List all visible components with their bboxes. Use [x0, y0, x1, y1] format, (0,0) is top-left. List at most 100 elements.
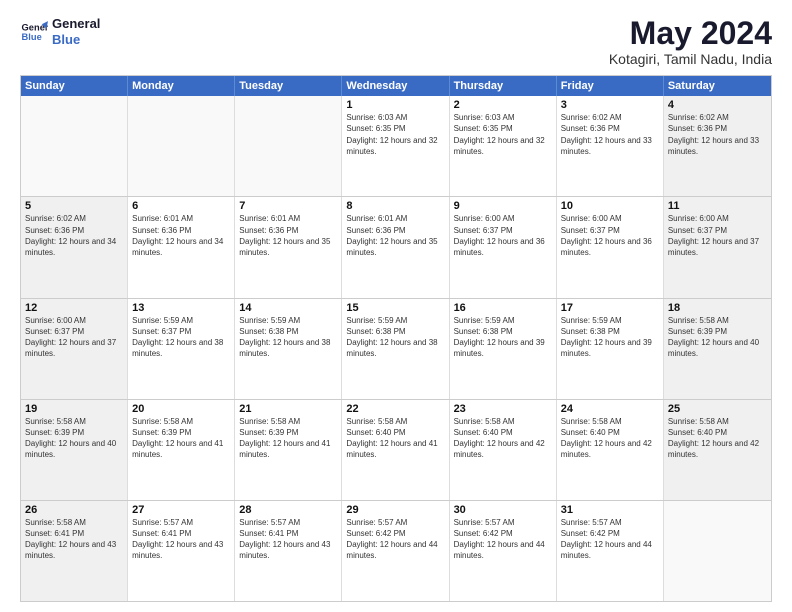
- empty-cell: [664, 501, 771, 601]
- day-info: Sunrise: 5:58 AM Sunset: 6:40 PM Dayligh…: [346, 416, 444, 461]
- day-number: 8: [346, 200, 444, 212]
- calendar-body: 1Sunrise: 6:03 AM Sunset: 6:35 PM Daylig…: [21, 96, 771, 601]
- day-number: 23: [454, 403, 552, 415]
- day-number: 12: [25, 302, 123, 314]
- day-cell-2: 2Sunrise: 6:03 AM Sunset: 6:35 PM Daylig…: [450, 96, 557, 196]
- day-info: Sunrise: 5:59 AM Sunset: 6:38 PM Dayligh…: [561, 315, 659, 360]
- day-cell-4: 4Sunrise: 6:02 AM Sunset: 6:36 PM Daylig…: [664, 96, 771, 196]
- day-cell-31: 31Sunrise: 5:57 AM Sunset: 6:42 PM Dayli…: [557, 501, 664, 601]
- day-number: 16: [454, 302, 552, 314]
- day-header-thursday: Thursday: [450, 76, 557, 96]
- day-header-tuesday: Tuesday: [235, 76, 342, 96]
- day-info: Sunrise: 5:59 AM Sunset: 6:37 PM Dayligh…: [132, 315, 230, 360]
- day-info: Sunrise: 5:59 AM Sunset: 6:38 PM Dayligh…: [239, 315, 337, 360]
- week-row-3: 12Sunrise: 6:00 AM Sunset: 6:37 PM Dayli…: [21, 299, 771, 400]
- day-number: 27: [132, 504, 230, 516]
- day-info: Sunrise: 6:00 AM Sunset: 6:37 PM Dayligh…: [454, 213, 552, 258]
- day-info: Sunrise: 5:58 AM Sunset: 6:39 PM Dayligh…: [668, 315, 767, 360]
- day-cell-30: 30Sunrise: 5:57 AM Sunset: 6:42 PM Dayli…: [450, 501, 557, 601]
- day-cell-19: 19Sunrise: 5:58 AM Sunset: 6:39 PM Dayli…: [21, 400, 128, 500]
- empty-cell: [235, 96, 342, 196]
- day-number: 9: [454, 200, 552, 212]
- day-number: 21: [239, 403, 337, 415]
- day-cell-24: 24Sunrise: 5:58 AM Sunset: 6:40 PM Dayli…: [557, 400, 664, 500]
- day-number: 30: [454, 504, 552, 516]
- day-info: Sunrise: 5:59 AM Sunset: 6:38 PM Dayligh…: [454, 315, 552, 360]
- day-cell-22: 22Sunrise: 5:58 AM Sunset: 6:40 PM Dayli…: [342, 400, 449, 500]
- day-header-wednesday: Wednesday: [342, 76, 449, 96]
- day-number: 6: [132, 200, 230, 212]
- day-number: 10: [561, 200, 659, 212]
- day-number: 2: [454, 99, 552, 111]
- day-cell-12: 12Sunrise: 6:00 AM Sunset: 6:37 PM Dayli…: [21, 299, 128, 399]
- week-row-2: 5Sunrise: 6:02 AM Sunset: 6:36 PM Daylig…: [21, 197, 771, 298]
- day-info: Sunrise: 6:01 AM Sunset: 6:36 PM Dayligh…: [239, 213, 337, 258]
- day-number: 26: [25, 504, 123, 516]
- location: Kotagiri, Tamil Nadu, India: [609, 51, 772, 67]
- calendar-header: SundayMondayTuesdayWednesdayThursdayFrid…: [21, 76, 771, 96]
- day-info: Sunrise: 5:58 AM Sunset: 6:40 PM Dayligh…: [668, 416, 767, 461]
- svg-text:Blue: Blue: [22, 31, 42, 41]
- day-cell-26: 26Sunrise: 5:58 AM Sunset: 6:41 PM Dayli…: [21, 501, 128, 601]
- day-info: Sunrise: 6:00 AM Sunset: 6:37 PM Dayligh…: [561, 213, 659, 258]
- day-info: Sunrise: 6:02 AM Sunset: 6:36 PM Dayligh…: [25, 213, 123, 258]
- day-number: 20: [132, 403, 230, 415]
- day-number: 1: [346, 99, 444, 111]
- day-cell-25: 25Sunrise: 5:58 AM Sunset: 6:40 PM Dayli…: [664, 400, 771, 500]
- day-info: Sunrise: 6:03 AM Sunset: 6:35 PM Dayligh…: [454, 112, 552, 157]
- day-cell-28: 28Sunrise: 5:57 AM Sunset: 6:41 PM Dayli…: [235, 501, 342, 601]
- day-info: Sunrise: 5:58 AM Sunset: 6:41 PM Dayligh…: [25, 517, 123, 562]
- day-info: Sunrise: 6:00 AM Sunset: 6:37 PM Dayligh…: [668, 213, 767, 258]
- day-number: 15: [346, 302, 444, 314]
- day-number: 11: [668, 200, 767, 212]
- day-number: 22: [346, 403, 444, 415]
- day-cell-10: 10Sunrise: 6:00 AM Sunset: 6:37 PM Dayli…: [557, 197, 664, 297]
- day-cell-15: 15Sunrise: 5:59 AM Sunset: 6:38 PM Dayli…: [342, 299, 449, 399]
- day-cell-16: 16Sunrise: 5:59 AM Sunset: 6:38 PM Dayli…: [450, 299, 557, 399]
- day-cell-11: 11Sunrise: 6:00 AM Sunset: 6:37 PM Dayli…: [664, 197, 771, 297]
- week-row-4: 19Sunrise: 5:58 AM Sunset: 6:39 PM Dayli…: [21, 400, 771, 501]
- day-header-friday: Friday: [557, 76, 664, 96]
- logo-general: General: [52, 16, 100, 32]
- day-info: Sunrise: 5:58 AM Sunset: 6:39 PM Dayligh…: [132, 416, 230, 461]
- day-cell-9: 9Sunrise: 6:00 AM Sunset: 6:37 PM Daylig…: [450, 197, 557, 297]
- day-number: 14: [239, 302, 337, 314]
- day-cell-29: 29Sunrise: 5:57 AM Sunset: 6:42 PM Dayli…: [342, 501, 449, 601]
- week-row-5: 26Sunrise: 5:58 AM Sunset: 6:41 PM Dayli…: [21, 501, 771, 601]
- day-info: Sunrise: 5:58 AM Sunset: 6:39 PM Dayligh…: [239, 416, 337, 461]
- day-info: Sunrise: 5:59 AM Sunset: 6:38 PM Dayligh…: [346, 315, 444, 360]
- calendar: SundayMondayTuesdayWednesdayThursdayFrid…: [20, 75, 772, 602]
- day-cell-27: 27Sunrise: 5:57 AM Sunset: 6:41 PM Dayli…: [128, 501, 235, 601]
- day-info: Sunrise: 6:03 AM Sunset: 6:35 PM Dayligh…: [346, 112, 444, 157]
- day-cell-23: 23Sunrise: 5:58 AM Sunset: 6:40 PM Dayli…: [450, 400, 557, 500]
- empty-cell: [21, 96, 128, 196]
- day-number: 28: [239, 504, 337, 516]
- day-info: Sunrise: 6:02 AM Sunset: 6:36 PM Dayligh…: [561, 112, 659, 157]
- logo-blue: Blue: [52, 32, 100, 48]
- day-number: 19: [25, 403, 123, 415]
- logo-icon: General Blue: [20, 18, 48, 46]
- day-number: 17: [561, 302, 659, 314]
- day-cell-14: 14Sunrise: 5:59 AM Sunset: 6:38 PM Dayli…: [235, 299, 342, 399]
- day-header-monday: Monday: [128, 76, 235, 96]
- day-number: 4: [668, 99, 767, 111]
- day-info: Sunrise: 5:57 AM Sunset: 6:42 PM Dayligh…: [346, 517, 444, 562]
- day-number: 25: [668, 403, 767, 415]
- day-cell-3: 3Sunrise: 6:02 AM Sunset: 6:36 PM Daylig…: [557, 96, 664, 196]
- day-number: 5: [25, 200, 123, 212]
- day-cell-20: 20Sunrise: 5:58 AM Sunset: 6:39 PM Dayli…: [128, 400, 235, 500]
- day-number: 31: [561, 504, 659, 516]
- day-info: Sunrise: 5:57 AM Sunset: 6:41 PM Dayligh…: [239, 517, 337, 562]
- day-header-sunday: Sunday: [21, 76, 128, 96]
- day-info: Sunrise: 6:01 AM Sunset: 6:36 PM Dayligh…: [132, 213, 230, 258]
- day-number: 3: [561, 99, 659, 111]
- day-info: Sunrise: 6:00 AM Sunset: 6:37 PM Dayligh…: [25, 315, 123, 360]
- day-header-saturday: Saturday: [664, 76, 771, 96]
- day-number: 29: [346, 504, 444, 516]
- day-cell-21: 21Sunrise: 5:58 AM Sunset: 6:39 PM Dayli…: [235, 400, 342, 500]
- day-info: Sunrise: 5:57 AM Sunset: 6:42 PM Dayligh…: [454, 517, 552, 562]
- day-cell-17: 17Sunrise: 5:59 AM Sunset: 6:38 PM Dayli…: [557, 299, 664, 399]
- month-title: May 2024: [609, 16, 772, 51]
- header: General Blue General Blue May 2024 Kotag…: [20, 16, 772, 67]
- day-info: Sunrise: 5:58 AM Sunset: 6:39 PM Dayligh…: [25, 416, 123, 461]
